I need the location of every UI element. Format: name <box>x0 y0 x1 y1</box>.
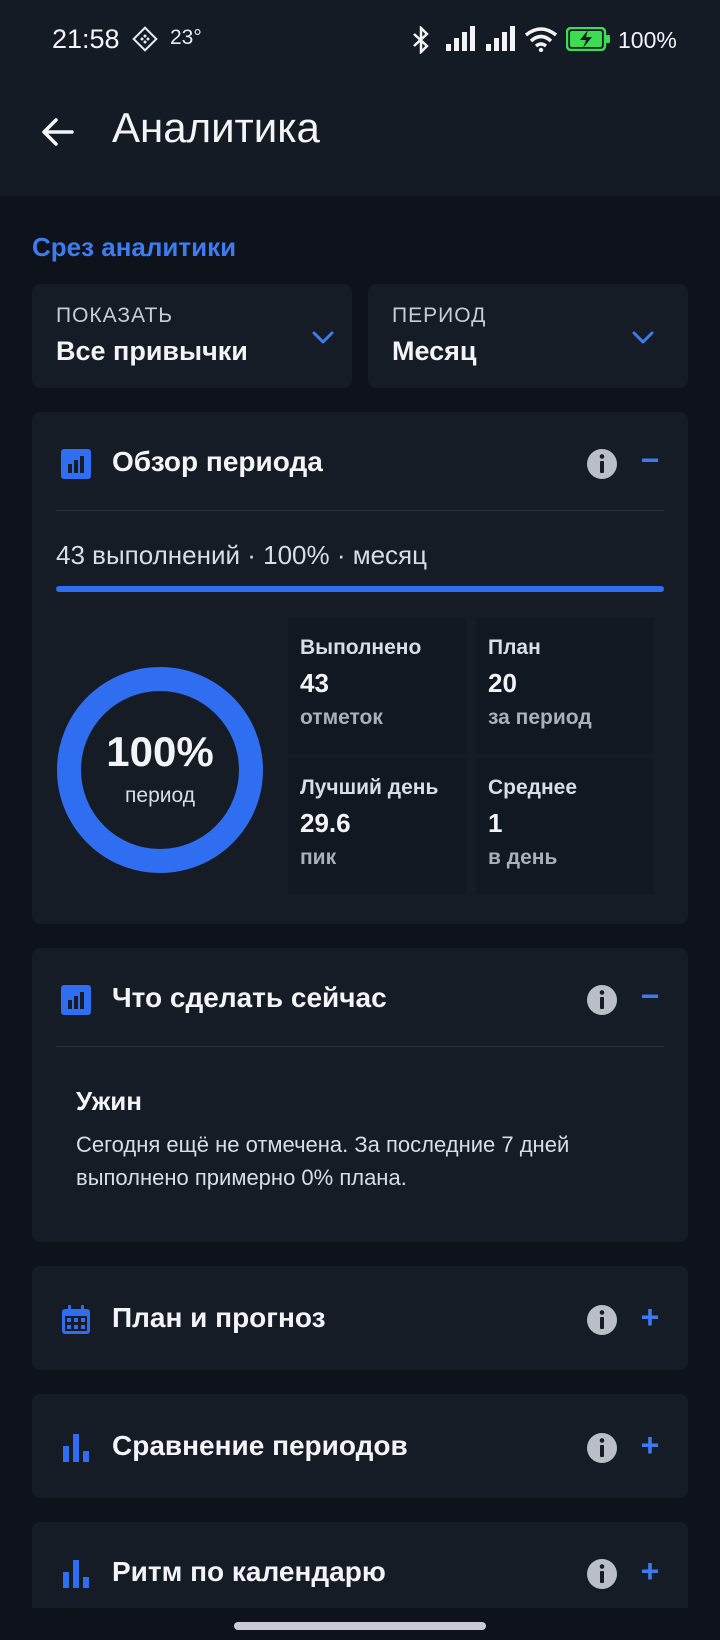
period-comparison-header[interactable]: Сравнение периодов + <box>32 1394 688 1496</box>
period-progress-fill <box>56 586 664 592</box>
overview-card-header[interactable]: Обзор периода − <box>32 412 688 514</box>
plan-forecast-card[interactable]: План и прогноз + <box>32 1266 688 1370</box>
info-icon[interactable] <box>586 1304 618 1336</box>
now-card-header[interactable]: Что сделать сейчас − <box>32 948 688 1050</box>
collapse-button[interactable]: − <box>638 442 662 479</box>
calendar-rhythm-title: Ритм по календарю <box>112 1556 386 1587</box>
donut-value: 100% <box>106 728 214 775</box>
stat-unit: за период <box>488 706 592 729</box>
period-comparison-card[interactable]: Сравнение периодов + <box>32 1394 688 1498</box>
signal-icon <box>486 26 515 51</box>
show-select-value: Все привычки <box>56 336 248 366</box>
plan-forecast-title: План и прогноз <box>112 1302 326 1333</box>
signal-icon <box>446 26 475 51</box>
info-icon[interactable] <box>586 1432 618 1464</box>
stat-value: 29.6 <box>300 808 351 838</box>
app-notification-icon <box>132 26 158 52</box>
stat-value: 1 <box>488 808 503 838</box>
chevron-down-icon <box>632 331 654 344</box>
show-select-caption: ПОКАЗАТЬ <box>56 304 174 327</box>
collapse-button[interactable]: − <box>638 978 662 1015</box>
stat-label: План <box>488 636 541 659</box>
arrow-back-icon[interactable] <box>38 112 78 152</box>
period-select-caption: ПЕРИОД <box>392 304 487 327</box>
habit-name: Ужин <box>76 1086 142 1116</box>
show-select[interactable]: ПОКАЗАТЬ Все привычки <box>32 284 352 388</box>
expand-button[interactable]: + <box>638 1553 662 1590</box>
stat-value: 43 <box>300 668 329 698</box>
stat-label: Лучший день <box>300 776 439 799</box>
period-select[interactable]: ПЕРИОД Месяц <box>368 284 688 388</box>
period-select-value: Месяц <box>392 336 477 366</box>
bluetooth-icon <box>413 26 429 54</box>
now-card: Что сделать сейчас − Ужин Сегодня ещё не… <box>32 948 688 1242</box>
stat-label: Выполнено <box>300 636 422 659</box>
overview-summary: 43 выполнений · 100% · месяц <box>56 540 428 570</box>
donut-label: период <box>125 784 195 807</box>
battery-level: 100% <box>618 27 677 53</box>
status-time: 21:58 <box>52 24 120 54</box>
info-icon[interactable] <box>586 984 618 1016</box>
divider <box>56 510 664 511</box>
expand-button[interactable]: + <box>638 1299 662 1336</box>
stat-best-day: Лучший день 29.6 пик <box>288 758 466 894</box>
app-bar: Аналитика <box>0 80 720 196</box>
divider <box>56 1046 664 1047</box>
plan-forecast-header[interactable]: План и прогноз + <box>32 1266 688 1368</box>
expand-button[interactable]: + <box>638 1427 662 1464</box>
status-temperature: 23° <box>170 26 202 49</box>
stat-average: Среднее 1 в день <box>476 758 654 894</box>
stat-unit: в день <box>488 846 558 869</box>
bar-chart-icon <box>63 1560 89 1588</box>
page-title: Аналитика <box>112 104 320 151</box>
battery-charging-icon <box>566 27 610 51</box>
info-icon[interactable] <box>586 448 618 480</box>
period-comparison-title: Сравнение периодов <box>112 1430 408 1461</box>
analytics-icon <box>61 449 91 479</box>
info-icon[interactable] <box>586 1558 618 1590</box>
chevron-down-icon <box>312 331 334 344</box>
stat-unit: отметок <box>300 706 383 729</box>
calendar-icon <box>62 1305 90 1334</box>
calendar-rhythm-card[interactable]: Ритм по календарю + <box>32 1522 688 1608</box>
overview-title: Обзор периода <box>112 446 323 477</box>
analytics-slice-label: Срез аналитики <box>32 232 237 262</box>
stat-value: 20 <box>488 668 517 698</box>
calendar-rhythm-header[interactable]: Ритм по календарю + <box>32 1522 688 1608</box>
period-progress-bar <box>56 586 664 592</box>
overview-card: Обзор периода − 43 выполнений · 100% · м… <box>32 412 688 924</box>
status-bar: 21:58 23° 100% <box>0 0 720 80</box>
stat-unit: пик <box>300 846 337 869</box>
stat-label: Среднее <box>488 776 578 799</box>
habit-recommendation: Сегодня ещё не отмечена. За последние 7 … <box>76 1132 570 1190</box>
home-indicator[interactable] <box>234 1622 486 1630</box>
analytics-icon <box>61 985 91 1015</box>
now-title: Что сделать сейчас <box>112 982 387 1013</box>
bar-chart-icon <box>63 1434 89 1462</box>
wifi-icon <box>524 27 558 52</box>
stat-plan: План 20 за период <box>476 618 654 754</box>
stat-completed: Выполнено 43 отметок <box>288 618 466 754</box>
